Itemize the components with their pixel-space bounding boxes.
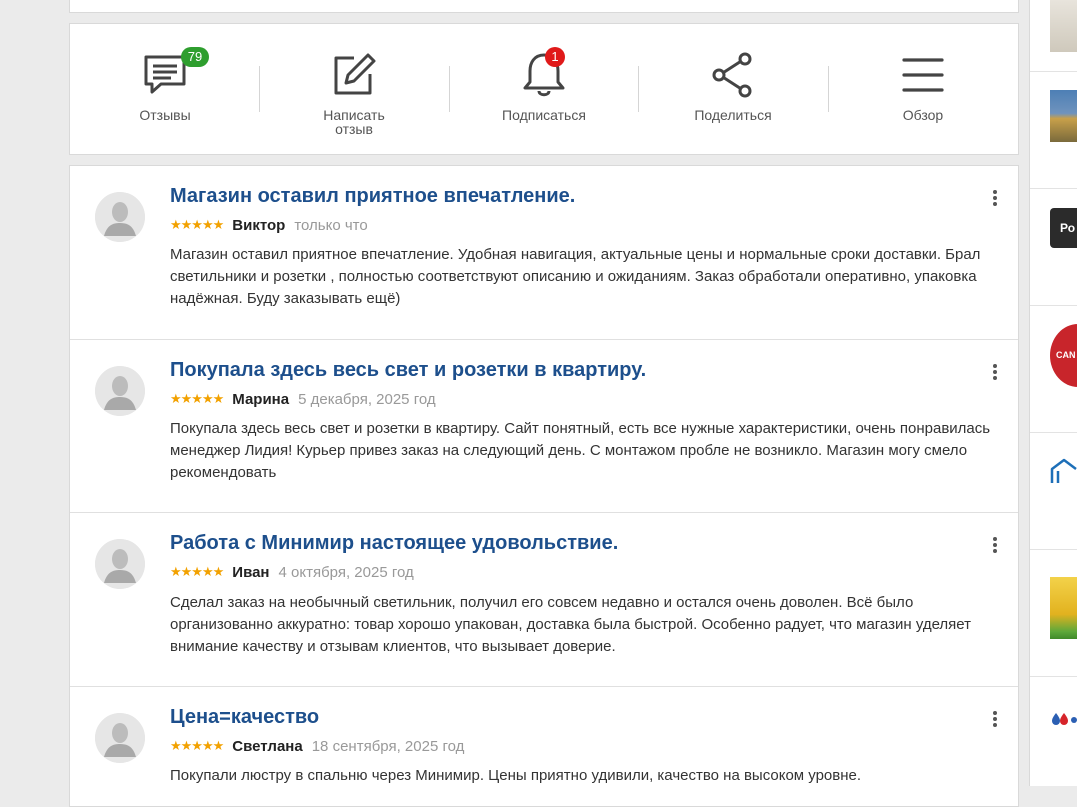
review-text: Магазин оставил приятное впечатление. Уд… [170,246,981,307]
review-meta: ★★★★★ Иван 4 октября, 2025 год [170,564,414,581]
review-title[interactable]: Работа с Минимир настоящее удовольствие. [170,532,618,555]
edit-icon [330,52,378,98]
brand-logo-text: CAN [1050,324,1077,387]
share-icon [709,52,757,98]
product-thumbnail [1050,577,1077,639]
more-options-icon[interactable] [988,535,1002,557]
brand-logo-thumbnail: CAN [1050,324,1077,387]
subscribe-label: Подписаться [502,107,586,123]
review-date: только что [294,217,368,234]
review-title[interactable]: Покупала здесь весь свет и розетки в ква… [170,359,646,382]
drops-logo-icon [1050,711,1077,727]
review-meta: ★★★★★ Светлана 18 сентября, 2025 год [170,738,464,755]
review-text: Покупали люстру в спальню через Минимир.… [170,767,862,784]
store-thumbnail [1050,90,1077,142]
reviews-list: Магазин оставил приятное впечатление. ★★… [69,165,1019,807]
more-options-icon[interactable] [988,362,1002,384]
review-date: 18 сентября, 2025 год [311,738,465,755]
review-meta: ★★★★★ Виктор только что [170,217,368,234]
review-card: Работа с Минимир настоящее удовольствие.… [70,513,1018,687]
share-action[interactable]: Поделиться [638,24,828,154]
review-title[interactable]: Магазин оставил приятное впечатление. [170,185,575,208]
sidebar-item[interactable]: Ро [1030,189,1077,306]
write-review-action[interactable]: Написать отзыв [259,24,449,154]
subscribe-badge: 1 [545,47,565,67]
house-icon [1050,457,1077,485]
rating-stars: ★★★★★ [170,391,224,406]
review-author[interactable]: Иван [232,564,269,581]
review-card: Цена=качество ★★★★★ Светлана 18 сентября, … [70,687,1018,807]
review-text: Покупала здесь весь свет и розетки в ква… [170,420,991,481]
review-date: 5 декабря, 2025 год [298,391,436,408]
avatar [95,539,145,589]
overview-label: Обзор [902,107,944,123]
review-title[interactable]: Цена=качество [170,706,319,729]
review-card: Магазин оставил приятное впечатление. ★★… [70,166,1018,340]
sidebar-item[interactable]: CAN [1030,306,1077,433]
menu-icon [899,52,947,98]
sidebar-item[interactable] [1030,550,1077,677]
avatar [95,713,145,763]
sidebar-item[interactable] [1030,0,1077,72]
sidebar-item[interactable] [1030,433,1077,550]
subscribe-action[interactable]: 1 Подписаться [449,24,639,154]
interior-thumbnail [1050,0,1077,52]
review-meta: ★★★★★ Марина 5 декабря, 2025 год [170,391,436,408]
more-options-icon[interactable] [988,709,1002,731]
overview-action[interactable]: Обзор [828,24,1018,154]
sidebar-item[interactable] [1030,72,1077,189]
share-label: Поделиться [694,107,772,123]
review-author[interactable]: Виктор [232,217,285,234]
reviews-count-badge: 79 [181,47,209,67]
review-date: 4 октября, 2025 год [278,564,414,581]
rating-stars: ★★★★★ [170,564,224,579]
rating-stars: ★★★★★ [170,217,224,232]
review-actions-bar: 79 Отзывы Написать отзыв 1 Подписаться П… [69,23,1019,155]
reviews-action[interactable]: 79 Отзывы [70,24,260,154]
avatar [95,192,145,242]
rating-stars: ★★★★★ [170,738,224,753]
sidebar-item[interactable] [1030,677,1077,786]
avatar [95,366,145,416]
review-card: Покупала здесь весь свет и розетки в ква… [70,340,1018,513]
reviews-label: Отзывы [139,107,191,123]
review-author[interactable]: Светлана [232,738,302,755]
review-text: Сделал заказ на необычный светильник, по… [170,594,972,655]
write-review-label: Написать отзыв [323,107,385,137]
previous-card [69,0,1019,13]
brand-thumbnail: Ро [1050,208,1077,248]
more-options-icon[interactable] [988,188,1002,210]
review-author[interactable]: Марина [232,391,289,408]
related-sidebar: Ро CAN [1029,0,1077,786]
